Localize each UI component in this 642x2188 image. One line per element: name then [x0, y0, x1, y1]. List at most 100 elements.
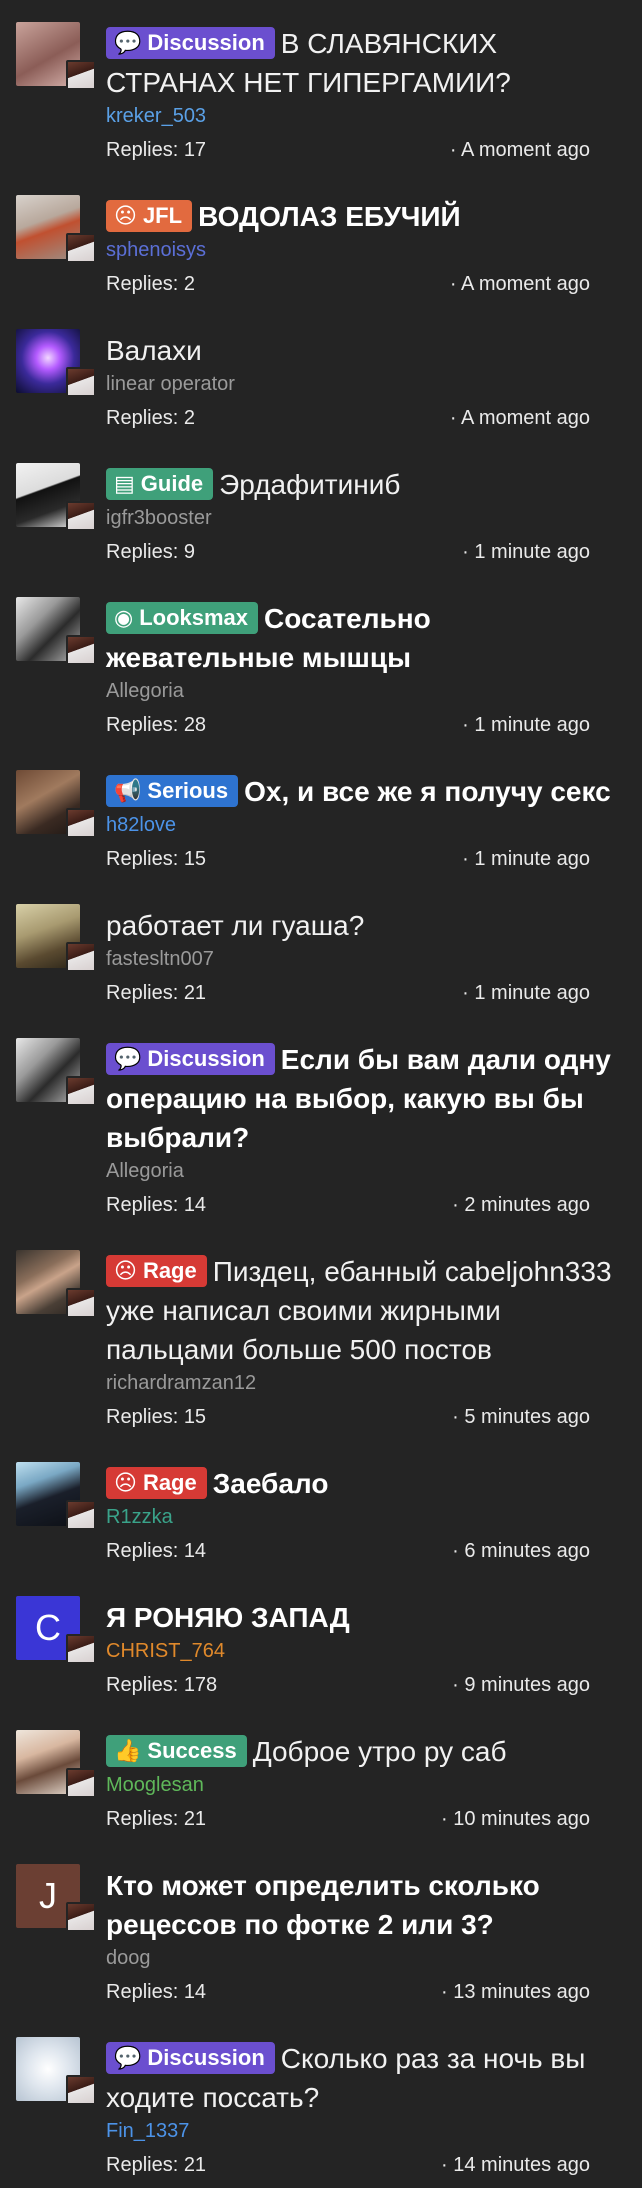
thread-title-link[interactable]: Я РОНЯЮ ЗАПАД [106, 1602, 350, 1633]
thread-author-link[interactable]: sphenoisys [106, 237, 622, 263]
thread-author-link[interactable]: Fin_1337 [106, 2118, 622, 2144]
thread-title-link[interactable]: Кто может определить сколько рецессов по… [106, 1870, 540, 1940]
thread-title-link[interactable]: Заебало [213, 1468, 329, 1499]
prefix-label: Looksmax [139, 605, 249, 630]
thread-author-link[interactable]: CHRIST_764 [106, 1638, 622, 1664]
last-poster-avatar[interactable] [66, 808, 96, 838]
last-poster-avatar[interactable] [66, 1076, 96, 1106]
thread-title-line: работает ли гуаша? [106, 882, 622, 945]
thread-author-link[interactable]: Mooglesan [106, 1772, 622, 1798]
prefix-label: Discussion [147, 30, 265, 55]
thread-prefix-badge[interactable]: 📢 Serious [106, 775, 239, 807]
last-poster-avatar[interactable] [66, 1634, 96, 1664]
last-post-time-link[interactable]: · 1 minute ago [462, 980, 590, 1006]
thread-title-link[interactable]: работает ли гуаша? [106, 910, 364, 941]
thread-row[interactable]: CЯ РОНЯЮ ЗАПАД CHRIST_764 Replies: 178 · 9 … [0, 1574, 642, 1708]
reply-count: Replies: 17 [106, 139, 207, 161]
last-post-time-link[interactable]: · 1 minute ago [462, 712, 590, 738]
last-post-time-link[interactable]: · A moment ago [450, 405, 590, 431]
reply-count: Replies: 14 [106, 1981, 207, 2003]
thread-row[interactable]: работает ли гуаша? fastesltn007 Replies: 2… [0, 882, 642, 1016]
thread-title-link[interactable]: Доброе утро ру саб [253, 1736, 507, 1767]
thread-author-link[interactable]: Allegoria [106, 1158, 622, 1184]
thread-title-link[interactable]: Валахи [106, 335, 202, 366]
thread-title-link[interactable]: ВОДОЛАЗ ЕБУЧИЙ [198, 201, 461, 232]
reply-count: Replies: 2 [106, 407, 195, 429]
thread-prefix-badge[interactable]: 💬 Discussion [106, 27, 275, 59]
thread-meta: Replies: 15 · 5 minutes ago [106, 1404, 622, 1440]
thread-title-link[interactable]: Ох, и все же я получу секс [244, 776, 611, 807]
thread-prefix-badge[interactable]: ▤ Guide [106, 468, 214, 500]
thread-list: 💬 Discussion В СЛАВЯНСКИХ СТРАНАХ НЕТ ГИПЕ… [0, 0, 642, 2188]
last-post-time-link[interactable]: · A moment ago [450, 271, 590, 297]
last-post-time-link[interactable]: · 13 minutes ago [441, 1979, 590, 2005]
thread-author-link[interactable]: fastesltn007 [106, 946, 622, 972]
thread-row[interactable]: ◉ Looksmax Сосательно жевательные мышцы All… [0, 575, 642, 748]
chat-icon: 💬 [114, 2045, 142, 2070]
last-poster-avatar[interactable] [66, 501, 96, 531]
thread-author-link[interactable]: igfr3booster [106, 505, 622, 531]
last-post-time-link[interactable]: · A moment ago [450, 137, 590, 163]
last-poster-avatar[interactable] [66, 60, 96, 90]
last-post-time-link[interactable]: · 1 minute ago [462, 846, 590, 872]
last-post-time-link[interactable]: · 14 minutes ago [441, 2152, 590, 2178]
last-poster-avatar[interactable] [66, 1288, 96, 1318]
thread-author-link[interactable]: h82love [106, 812, 622, 838]
thread-row[interactable]: ☹ JFL ВОДОЛАЗ ЕБУЧИЙ sphenoisys Replies: 2 · … [0, 173, 642, 307]
thread-row[interactable]: 👍 Success Доброе утро ру саб Mooglesan Repli… [0, 1708, 642, 1842]
thread-prefix-badge[interactable]: ☹ Rage [106, 1467, 207, 1499]
thread-prefix-badge[interactable]: 👍 Success [106, 1735, 247, 1767]
last-post-time-link[interactable]: · 9 minutes ago [452, 1672, 590, 1698]
thread-row[interactable]: Валахи linear operator Replies: 2 · A momen… [0, 307, 642, 441]
eye-icon: ◉ [114, 605, 134, 630]
thread-title-line: 💬 Discussion Сколько раз за ночь вы ходите… [106, 2015, 622, 2117]
thread-row[interactable]: ☹ Rage Пиздец, ебанный cabeljohn333 уже на… [0, 1228, 642, 1440]
thread-author-link[interactable]: kreker_503 [106, 103, 622, 129]
thread-prefix-badge[interactable]: 💬 Discussion [106, 2042, 275, 2074]
last-poster-avatar[interactable] [66, 635, 96, 665]
reply-count: Replies: 21 [106, 2154, 207, 2176]
reply-count: Replies: 2 [106, 273, 195, 295]
last-post-time-link[interactable]: · 5 minutes ago [452, 1404, 590, 1430]
thread-prefix-badge[interactable]: ☹ JFL [106, 200, 193, 232]
last-post-time-link[interactable]: · 2 minutes ago [452, 1192, 590, 1218]
thread-title-line: ☹ JFL ВОДОЛАЗ ЕБУЧИЙ [106, 173, 622, 236]
thread-row[interactable]: 💬 Discussion Если бы вам дали одну операци… [0, 1016, 642, 1228]
last-poster-avatar[interactable] [66, 233, 96, 263]
thread-prefix-badge[interactable]: ☹ Rage [106, 1255, 207, 1287]
thread-row[interactable]: 📢 Serious Ох, и все же я получу секс h82lov… [0, 748, 642, 882]
last-poster-avatar[interactable] [66, 367, 96, 397]
thread-title-line: Валахи [106, 307, 622, 370]
megaphone-icon: 📢 [114, 778, 142, 803]
thread-prefix-badge[interactable]: ◉ Looksmax [106, 602, 259, 634]
thread-author-link[interactable]: richardramzan12 [106, 1370, 622, 1396]
angry-face-icon: ☹ [114, 1258, 137, 1283]
reply-count: Replies: 9 [106, 541, 195, 563]
thread-row[interactable]: 💬 Discussion Сколько раз за ночь вы ходите… [0, 2015, 642, 2188]
reply-count: Replies: 21 [106, 1808, 207, 1830]
thread-title-line: ▤ Guide Эрдафитиниб [106, 441, 622, 504]
thread-meta: Replies: 28 · 1 minute ago [106, 712, 622, 748]
thread-row[interactable]: 💬 Discussion В СЛАВЯНСКИХ СТРАНАХ НЕТ ГИПЕ… [0, 0, 642, 173]
last-post-time-link[interactable]: · 6 minutes ago [452, 1538, 590, 1564]
thread-author-link[interactable]: R1zzka [106, 1504, 622, 1530]
thread-row[interactable]: ☹ Rage Заебало R1zzka Replies: 14 · 6 minutes… [0, 1440, 642, 1574]
last-poster-avatar[interactable] [66, 1902, 96, 1932]
reply-count: Replies: 15 [106, 848, 207, 870]
thread-title-line: 💬 Discussion В СЛАВЯНСКИХ СТРАНАХ НЕТ ГИПЕ… [106, 0, 622, 102]
last-poster-avatar[interactable] [66, 2075, 96, 2105]
reply-count: Replies: 28 [106, 714, 207, 736]
thread-prefix-badge[interactable]: 💬 Discussion [106, 1043, 275, 1075]
thread-author-link[interactable]: linear operator [106, 371, 622, 397]
thread-row[interactable]: ▤ Guide Эрдафитиниб igfr3booster Replies: 9 ·… [0, 441, 642, 575]
book-icon: ▤ [114, 471, 135, 496]
last-poster-avatar[interactable] [66, 1768, 96, 1798]
last-post-time-link[interactable]: · 10 minutes ago [441, 1806, 590, 1832]
last-poster-avatar[interactable] [66, 942, 96, 972]
thread-title-link[interactable]: Эрдафитиниб [219, 469, 400, 500]
thread-author-link[interactable]: doog [106, 1945, 622, 1971]
thread-author-link[interactable]: Allegoria [106, 678, 622, 704]
last-poster-avatar[interactable] [66, 1500, 96, 1530]
last-post-time-link[interactable]: · 1 minute ago [462, 539, 590, 565]
thread-row[interactable]: J Кто может определить сколько рецессов п… [0, 1842, 642, 2015]
